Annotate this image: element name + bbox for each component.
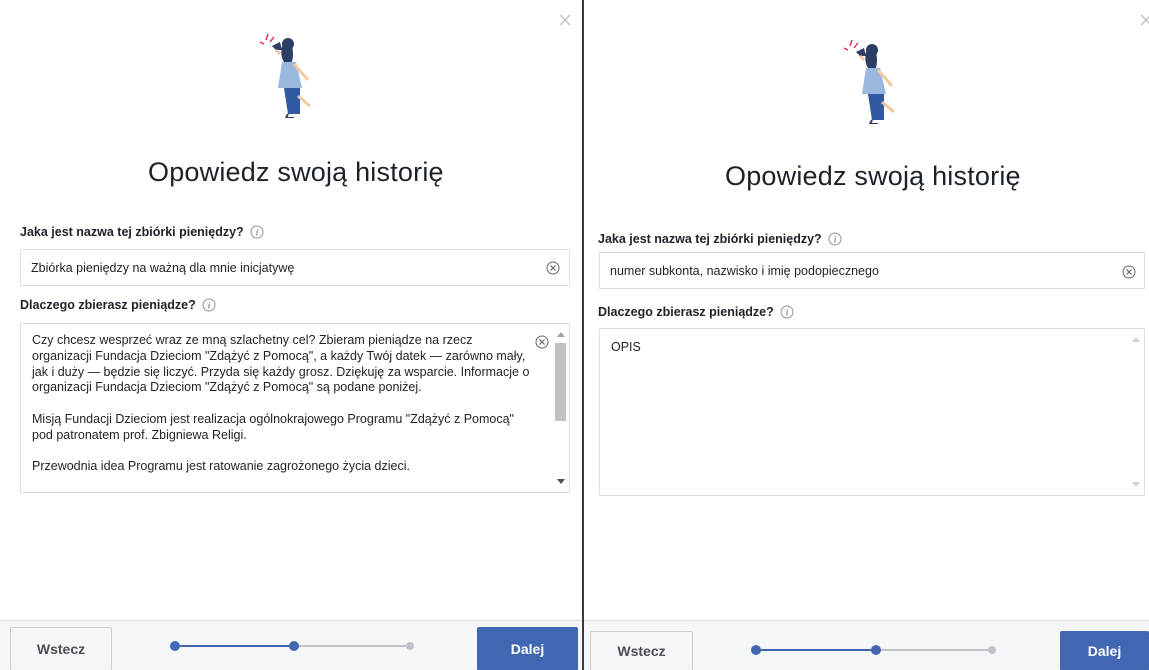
page-title: Opowiedz swoją historię: [725, 161, 1021, 191]
back-button[interactable]: Wstecz: [590, 631, 693, 670]
stepper-line-pending: [876, 649, 992, 651]
clear-icon[interactable]: [1122, 265, 1136, 279]
fundraiser-name-input[interactable]: Zbiórka pieniędzy na ważną dla mnie inic…: [20, 249, 570, 286]
svg-text:i: i: [785, 308, 788, 318]
fundraiser-reason-text: OPIS: [611, 340, 641, 354]
info-icon[interactable]: i: [202, 298, 216, 312]
stepper-line-pending: [294, 645, 410, 647]
fundraiser-reason-label-text: Dlaczego zbierasz pieniądze?: [598, 305, 774, 319]
info-icon[interactable]: i: [250, 225, 264, 239]
dialog-footer: Wstecz Dalej: [584, 620, 1149, 670]
next-button[interactable]: Dalej: [477, 627, 578, 670]
fundraiser-reason-textarea[interactable]: Czy chcesz wesprzeć wraz ze mną szlachet…: [20, 323, 570, 493]
stepper-dot-1: [751, 645, 761, 655]
textarea-scrollbar[interactable]: [552, 324, 569, 492]
reason-paragraph: Przewodnia idea Programu jest ratowanie …: [32, 459, 410, 474]
woman-megaphone-illustration: [258, 32, 328, 118]
fundraiser-name-label-text: Jaka jest nazwa tej zbiórki pieniędzy?: [20, 225, 244, 239]
stepper-dot-3: [406, 642, 414, 650]
scroll-down-icon[interactable]: [557, 479, 565, 484]
page-title: Opowiedz swoją historię: [148, 157, 444, 187]
reason-paragraph: Misją Fundacji Dzieciom jest realizacja …: [32, 411, 514, 442]
stepper-dot-3: [988, 646, 996, 654]
textarea-scrollbar[interactable]: [1127, 329, 1144, 495]
stepper-dot-2: [871, 645, 881, 655]
scroll-down-icon[interactable]: [1132, 482, 1140, 487]
close-icon[interactable]: [558, 13, 572, 27]
fundraiser-reason-label: Dlaczego zbierasz pieniądze? i: [20, 298, 216, 312]
fundraiser-reason-textarea[interactable]: OPIS: [599, 328, 1145, 496]
svg-text:i: i: [833, 235, 836, 245]
reason-paragraph: Czy chcesz wesprzeć wraz ze mną szlachet…: [32, 333, 530, 395]
fundraiser-name-value: Zbiórka pieniędzy na ważną dla mnie inic…: [31, 260, 295, 275]
svg-text:i: i: [207, 301, 210, 311]
fundraiser-name-label: Jaka jest nazwa tej zbiórki pieniędzy? i: [20, 225, 264, 239]
fundraiser-name-input[interactable]: numer subkonta, nazwisko i imię podopiec…: [599, 252, 1145, 289]
fundraiser-reason-label: Dlaczego zbierasz pieniądze? i: [598, 305, 794, 319]
progress-stepper: [170, 640, 415, 652]
fundraiser-name-label-text: Jaka jest nazwa tej zbiórki pieniędzy?: [598, 232, 822, 246]
fundraiser-name-value: numer subkonta, nazwisko i imię podopiec…: [610, 263, 879, 278]
stepper-dot-1: [170, 641, 180, 651]
back-button[interactable]: Wstecz: [10, 627, 112, 670]
right-dialog: Opowiedz swoją historię Jaka jest nazwa …: [584, 0, 1149, 670]
info-icon[interactable]: i: [828, 232, 842, 246]
stepper-line-done: [174, 645, 294, 647]
clear-icon[interactable]: [546, 261, 560, 275]
fundraiser-reason-label-text: Dlaczego zbierasz pieniądze?: [20, 298, 196, 312]
clear-icon[interactable]: [535, 335, 549, 349]
progress-stepper: [751, 644, 996, 656]
info-icon[interactable]: i: [780, 305, 794, 319]
dialog-footer: Wstecz Dalej: [0, 620, 582, 670]
stepper-line-done: [755, 649, 876, 651]
fundraiser-name-label: Jaka jest nazwa tej zbiórki pieniędzy? i: [598, 232, 842, 246]
left-dialog: Opowiedz swoją historię Jaka jest nazwa …: [0, 0, 582, 670]
scroll-up-icon[interactable]: [1132, 337, 1140, 342]
fundraiser-reason-text: Czy chcesz wesprzeć wraz ze mną szlachet…: [32, 333, 533, 491]
woman-megaphone-illustration: [842, 38, 912, 124]
close-icon[interactable]: [1139, 13, 1149, 27]
scrollbar-thumb[interactable]: [555, 343, 566, 421]
next-button[interactable]: Dalej: [1060, 631, 1149, 670]
stepper-dot-2: [289, 641, 299, 651]
svg-text:i: i: [255, 228, 258, 238]
scroll-up-icon[interactable]: [557, 332, 565, 337]
